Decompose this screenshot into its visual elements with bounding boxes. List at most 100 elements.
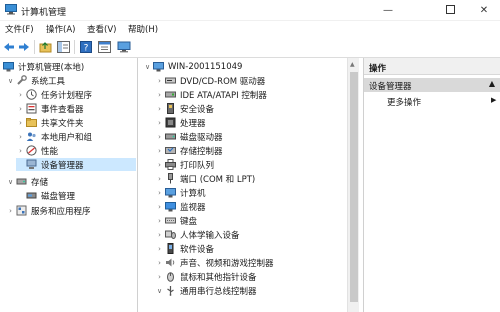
device-category-mice[interactable]: › 鼠标和其他指针设备	[155, 270, 257, 283]
chevron-down-icon[interactable]: ∨	[6, 77, 15, 85]
chevron-right-icon[interactable]: ›	[6, 207, 15, 215]
collapse-arrow-icon[interactable]: ▲	[489, 79, 495, 88]
device-category-ports[interactable]: › 端口 (COM 和 LPT)	[155, 172, 255, 185]
chevron-right-icon[interactable]: ›	[155, 175, 164, 183]
window-title: 计算机管理	[21, 8, 67, 18]
chevron-right-icon[interactable]: ›	[155, 217, 164, 225]
device-category-label: 存储控制器	[180, 146, 223, 157]
device-category-label: 声音、视频和游戏控制器	[180, 258, 274, 269]
chevron-right-icon[interactable]: ›	[155, 189, 164, 197]
menu-action[interactable]: 操作(A)	[46, 23, 75, 35]
device-category-disk-drives[interactable]: › 磁盘驱动器	[155, 130, 223, 143]
scroll-up-icon[interactable]: ▲	[350, 61, 355, 68]
device-category-processor[interactable]: › 处理器	[155, 116, 206, 129]
chevron-right-icon[interactable]: ›	[16, 91, 25, 99]
device-category-keyboards[interactable]: › 键盘	[155, 214, 197, 227]
chevron-right-icon[interactable]: ›	[155, 245, 164, 253]
software-device-icon	[165, 243, 176, 254]
device-category-monitors[interactable]: › 监视器	[155, 200, 206, 213]
storage-controller-icon	[165, 145, 176, 156]
tree-item-services-apps[interactable]: › 服务和应用程序	[6, 204, 91, 217]
device-root[interactable]: ∨ WIN-2001151049	[143, 60, 242, 73]
menu-help[interactable]: 帮助(H)	[128, 23, 158, 35]
more-actions-link[interactable]: 更多操作	[387, 96, 421, 108]
minimize-button[interactable]: —	[372, 0, 404, 21]
scroll-thumb[interactable]	[350, 72, 358, 302]
chevron-right-icon[interactable]: ›	[155, 133, 164, 141]
chevron-right-icon[interactable]: ›	[155, 161, 164, 169]
maximize-button[interactable]	[434, 0, 466, 21]
show-hide-tree-button[interactable]	[56, 40, 70, 54]
menu-view[interactable]: 查看(V)	[87, 23, 116, 35]
chevron-down-icon[interactable]: ∨	[6, 178, 15, 186]
tree-item-device-manager[interactable]: 设备管理器	[16, 158, 136, 171]
tree-item-storage[interactable]: ∨ 存储	[6, 175, 48, 188]
device-category-label: 打印队列	[180, 160, 215, 171]
tree-item-computer-management[interactable]: 计算机管理(本地)	[2, 60, 84, 73]
scan-hardware-button[interactable]	[117, 40, 131, 54]
chevron-right-icon[interactable]: ›	[155, 147, 164, 155]
tree-item-task-scheduler[interactable]: › 任务计划程序	[16, 88, 92, 101]
device-category-hid[interactable]: › 人体学输入设备	[155, 228, 240, 241]
device-category-ide[interactable]: › IDE ATA/ATAPI 控制器	[155, 88, 267, 101]
device-category-label: 监视器	[180, 202, 206, 213]
chevron-right-icon[interactable]: ›	[16, 105, 25, 113]
properties-button[interactable]	[97, 40, 111, 54]
tree-item-disk-management[interactable]: 磁盘管理	[16, 189, 75, 202]
chevron-down-icon[interactable]: ∨	[155, 287, 164, 295]
actions-section-label: 设备管理器	[369, 82, 412, 92]
device-category-storage-controllers[interactable]: › 存储控制器	[155, 144, 223, 157]
device-category-security[interactable]: › 安全设备	[155, 102, 214, 115]
help-button[interactable]: ?	[79, 40, 93, 54]
back-button[interactable]	[2, 40, 16, 54]
close-button[interactable]: ✕	[468, 0, 500, 21]
tree-item-system-tools[interactable]: ∨ 系统工具	[6, 74, 65, 87]
tree-item-label: 共享文件夹	[41, 118, 84, 129]
chevron-right-icon[interactable]: ›	[155, 91, 164, 99]
device-category-label: 处理器	[180, 118, 206, 129]
device-category-sound[interactable]: › 声音、视频和游戏控制器	[155, 256, 274, 269]
chevron-right-icon[interactable]: ›	[155, 119, 164, 127]
device-category-label: 安全设备	[180, 104, 215, 115]
actions-section-device-manager[interactable]: 设备管理器 ▲	[364, 78, 500, 92]
tree-item-shared-folders[interactable]: › 共享文件夹	[16, 116, 84, 129]
device-category-software-devices[interactable]: › 软件设备	[155, 242, 214, 255]
chevron-right-icon[interactable]: ›	[155, 231, 164, 239]
toolbar-separator	[74, 40, 75, 54]
chevron-right-icon[interactable]: ›	[155, 203, 164, 211]
device-category-computer[interactable]: › 计算机	[155, 186, 206, 199]
chevron-right-icon[interactable]: ›	[155, 259, 164, 267]
tree-item-performance[interactable]: › 性能	[16, 144, 58, 157]
tree-item-label: 事件查看器	[41, 104, 84, 115]
chevron-right-icon[interactable]: ›	[155, 105, 164, 113]
chevron-down-icon[interactable]: ∨	[143, 63, 152, 71]
tree-item-local-users[interactable]: › 本地用户和组	[16, 130, 92, 143]
tree-item-label: 设备管理器	[41, 160, 84, 171]
device-tree-scrollbar[interactable]: ▲	[347, 58, 359, 312]
device-category-print-queues[interactable]: › 打印队列	[155, 158, 214, 171]
chevron-right-icon[interactable]: ›	[155, 273, 164, 281]
device-category-label: 磁盘驱动器	[180, 132, 223, 143]
storage-icon	[16, 176, 27, 187]
services-apps-icon	[16, 205, 27, 216]
title-bar: 计算机管理 — ✕	[0, 0, 500, 21]
local-users-icon	[26, 131, 37, 142]
print-queue-icon	[165, 159, 176, 170]
device-category-usb[interactable]: ∨ 通用串行总线控制器	[155, 284, 257, 297]
up-level-button[interactable]	[38, 40, 52, 54]
monitor-scan-icon	[117, 41, 131, 53]
folder-up-icon	[39, 42, 51, 53]
sound-icon	[165, 257, 176, 268]
tree-item-event-viewer[interactable]: › 事件查看器	[16, 102, 84, 115]
chevron-right-icon[interactable]: ›	[16, 147, 25, 155]
forward-button[interactable]	[17, 40, 31, 54]
security-device-icon	[165, 103, 176, 114]
device-category-label: 通用串行总线控制器	[180, 286, 257, 297]
device-category-label: 端口 (COM 和 LPT)	[180, 174, 256, 185]
menu-file[interactable]: 文件(F)	[5, 23, 34, 35]
chevron-right-icon[interactable]: ›	[155, 77, 164, 85]
chevron-right-icon[interactable]: ›	[16, 119, 25, 127]
chevron-right-icon[interactable]: ›	[16, 133, 25, 141]
device-category-dvd[interactable]: › DVD/CD-ROM 驱动器	[155, 74, 265, 87]
performance-icon	[26, 145, 37, 156]
